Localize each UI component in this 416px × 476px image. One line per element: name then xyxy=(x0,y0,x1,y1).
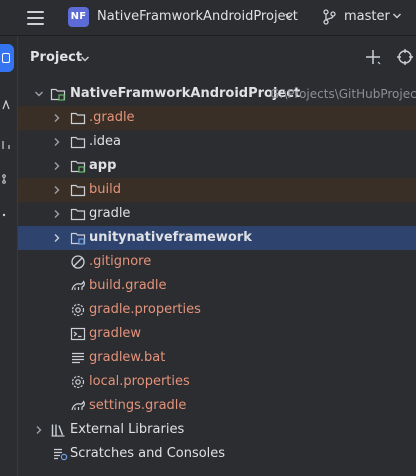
project-selector[interactable]: NativeFramworkAndroidProject xyxy=(97,9,298,24)
git-branch-icon[interactable] xyxy=(2,174,10,184)
tree-item-label: .gitignore xyxy=(89,254,152,269)
tree-item-label: NativeFramworkAndroidProject xyxy=(70,86,301,101)
tool-window-strip xyxy=(0,36,18,476)
tree-item-label: .idea xyxy=(89,134,121,149)
tree-row[interactable]: gradlew.bat xyxy=(18,346,416,370)
chevron-right-icon[interactable] xyxy=(52,137,62,147)
tree-item-label: build xyxy=(89,182,121,197)
terminal-icon xyxy=(70,327,86,341)
tree-row[interactable]: .gradle xyxy=(18,106,416,130)
tree-row[interactable]: app xyxy=(18,154,416,178)
tree-item-label: Scratches and Consoles xyxy=(70,446,226,461)
tree-row-external-libraries[interactable]: External Libraries xyxy=(18,418,416,442)
module-folder-icon xyxy=(50,88,66,101)
tree-item-label: gradlew xyxy=(89,326,142,341)
tree-item-label: .gradle xyxy=(89,110,135,125)
folder-icon xyxy=(70,184,86,197)
tree-item-label: build.gradle xyxy=(89,278,167,293)
chevron-right-icon[interactable] xyxy=(34,425,44,435)
text-file-icon xyxy=(72,352,84,364)
gradle-icon xyxy=(71,400,85,411)
main-menu-icon[interactable] xyxy=(26,8,46,28)
commit-icon[interactable] xyxy=(2,100,10,110)
tree-item-label: gradle xyxy=(89,206,131,221)
tree-row[interactable]: gradlew xyxy=(18,322,416,346)
tree-row[interactable]: gradle.properties xyxy=(18,298,416,322)
tree-item-path: G:\Projects\GitHubProject xyxy=(270,87,416,101)
tree-item-label: External Libraries xyxy=(70,422,185,437)
folder-icon xyxy=(2,53,10,63)
tree-row[interactable]: gradle xyxy=(18,202,416,226)
folder-icon xyxy=(70,208,86,221)
title-bar: NF NativeFramworkAndroidProject master xyxy=(0,0,416,36)
tree-item-label: gradle.properties xyxy=(89,302,201,317)
chevron-down-icon[interactable] xyxy=(34,89,44,99)
library-icon xyxy=(51,424,65,437)
panel-header: Project xyxy=(18,36,416,80)
chevron-down-icon[interactable] xyxy=(392,11,402,21)
chevron-down-icon[interactable] xyxy=(284,11,294,21)
ignore-file-icon xyxy=(71,255,85,269)
project-tool-button[interactable] xyxy=(0,44,14,72)
tree-row[interactable]: local.properties xyxy=(18,370,416,394)
chevron-right-icon[interactable] xyxy=(52,161,62,171)
tree-item-label: app xyxy=(89,158,117,173)
tree-item-label: gradlew.bat xyxy=(89,350,166,365)
add-icon[interactable] xyxy=(364,48,382,66)
tree-row[interactable]: .gitignore xyxy=(18,250,416,274)
tree-item-label: settings.gradle xyxy=(89,398,187,413)
chevron-right-icon[interactable] xyxy=(52,209,62,219)
tree-row[interactable]: .idea xyxy=(18,130,416,154)
git-branch-icon[interactable] xyxy=(322,9,336,25)
settings-gear-icon xyxy=(71,375,85,389)
module-folder-icon xyxy=(70,160,86,173)
folder-icon xyxy=(70,136,86,149)
tree-row-selected[interactable]: unitynativeframework xyxy=(18,226,416,250)
tree-row-root[interactable]: NativeFramworkAndroidProject G:\Projects… xyxy=(18,82,416,106)
tree-row[interactable]: build.gradle xyxy=(18,274,416,298)
settings-gear-icon xyxy=(71,303,85,317)
tree-row[interactable]: settings.gradle xyxy=(18,394,416,418)
project-badge[interactable]: NF xyxy=(68,7,89,27)
tree-row[interactable]: build xyxy=(18,178,416,202)
more-tools-icon[interactable] xyxy=(2,210,10,220)
chevron-down-icon[interactable] xyxy=(80,54,90,64)
tree-item-label: unitynativeframework xyxy=(89,230,252,245)
module-folder-icon xyxy=(70,232,86,245)
locate-icon[interactable] xyxy=(396,48,414,66)
pull-requests-icon[interactable] xyxy=(2,140,10,150)
tree-item-label: local.properties xyxy=(89,374,190,389)
branch-selector[interactable]: master xyxy=(344,9,390,24)
chevron-right-icon[interactable] xyxy=(52,185,62,195)
scratches-icon xyxy=(54,448,68,461)
tree-row-scratches[interactable]: Scratches and Consoles xyxy=(18,442,416,466)
project-panel: Project NativeFramworkAndroidProject G:\… xyxy=(18,36,416,476)
panel-title[interactable]: Project xyxy=(30,50,82,65)
gradle-icon xyxy=(71,280,85,291)
chevron-right-icon[interactable] xyxy=(52,113,62,123)
chevron-right-icon[interactable] xyxy=(52,233,62,243)
folder-icon xyxy=(70,112,86,125)
